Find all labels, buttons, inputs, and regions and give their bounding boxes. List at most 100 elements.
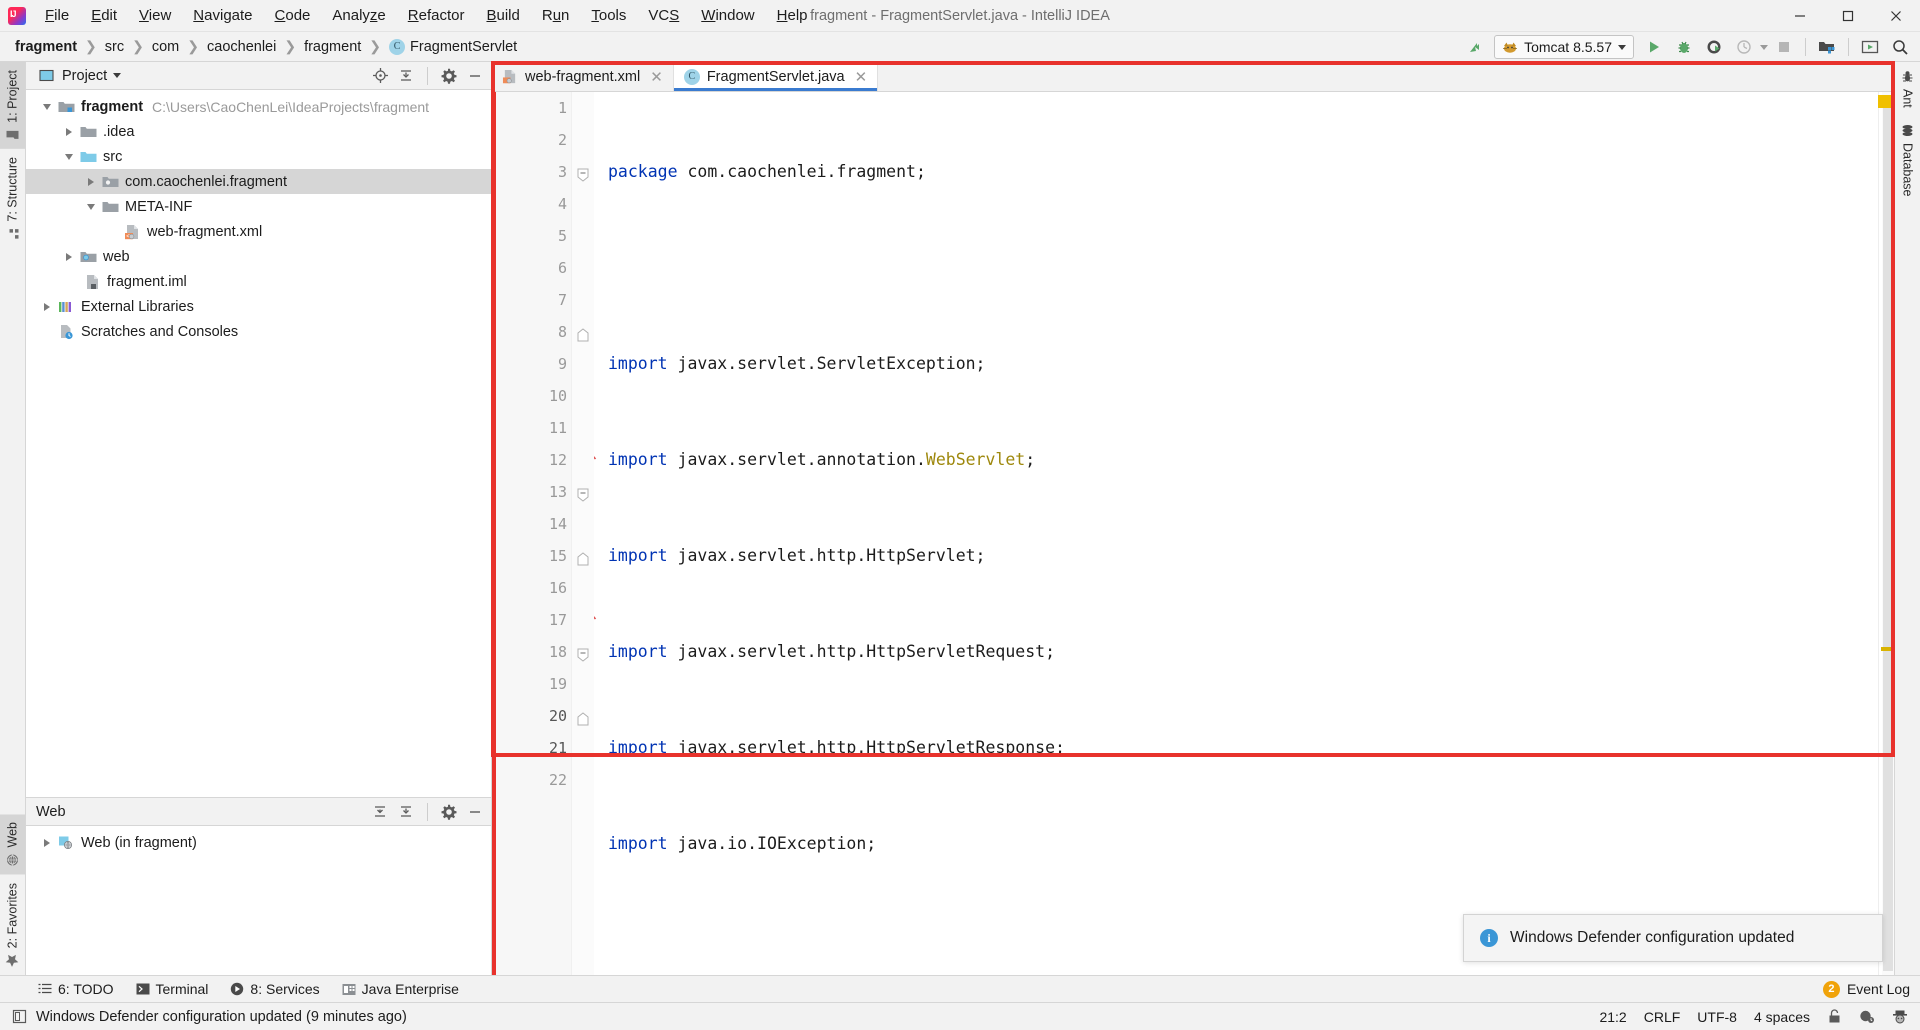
line-separator[interactable]: CRLF (1644, 1009, 1681, 1025)
tree-row-package[interactable]: com.caochenlei.fragment (26, 169, 491, 194)
updating-app-icon[interactable] (1856, 34, 1884, 60)
profile-icon[interactable] (1730, 34, 1758, 60)
collapse-all-icon[interactable] (396, 802, 416, 822)
menu-tools[interactable]: Tools (580, 3, 637, 29)
menu-file[interactable]: File (34, 3, 80, 29)
sidebar-item-favorites[interactable]: 2: Favorites (0, 875, 25, 975)
tree-row-webfragmentxml[interactable]: < web-fragment.xml (26, 219, 491, 244)
menu-analyze[interactable]: Analyze (321, 3, 396, 29)
tree-row-scratches[interactable]: Scratches and Consoles (26, 319, 491, 344)
expand-all-icon[interactable] (370, 802, 390, 822)
stop-icon[interactable] (1770, 34, 1798, 60)
menu-vcs[interactable]: VCS (637, 3, 690, 29)
gear-icon[interactable] (439, 802, 459, 822)
tree-row-src[interactable]: src (26, 144, 491, 169)
breadcrumb-3[interactable]: caochenlei (204, 38, 279, 56)
project-tree[interactable]: fragment C:\Users\CaoChenLei\IdeaProject… (26, 90, 491, 797)
editor-gutter[interactable]: 1 2 3 4 5 6 7 8 9 10 11 12 13 14 15 16 1… (496, 92, 597, 975)
tree-row-web[interactable]: web (26, 244, 491, 269)
fold-gutter[interactable] (572, 92, 594, 975)
menu-refactor[interactable]: Refactor (397, 3, 476, 29)
breadcrumb-4[interactable]: fragment (301, 38, 364, 56)
sidebar-item-database[interactable]: Database (1895, 116, 1920, 205)
run-configuration-selector[interactable]: Tomcat 8.5.57 (1494, 35, 1634, 59)
debug-icon[interactable] (1670, 34, 1698, 60)
breadcrumb-5[interactable]: C FragmentServlet (386, 38, 520, 56)
search-everywhere-icon[interactable] (1886, 34, 1914, 60)
fold-region-start-icon[interactable] (577, 168, 589, 182)
hector-icon[interactable] (1892, 1009, 1908, 1024)
tree-row-metainf[interactable]: META-INF (26, 194, 491, 219)
chevron-down-icon[interactable] (60, 153, 78, 160)
fold-region-end-icon[interactable] (577, 552, 589, 566)
chevron-right-icon[interactable] (60, 252, 78, 261)
menu-help[interactable]: Help (766, 3, 819, 29)
collapse-all-icon[interactable] (396, 66, 416, 86)
run-icon[interactable] (1640, 34, 1668, 60)
file-encoding[interactable]: UTF-8 (1697, 1009, 1737, 1025)
menu-run[interactable]: Run (531, 3, 581, 29)
bottom-item-terminal[interactable]: Terminal (136, 981, 208, 997)
bottom-item-services[interactable]: 8: Services (230, 981, 320, 997)
close-icon[interactable]: ✕ (855, 68, 868, 86)
maximize-button[interactable] (1824, 0, 1872, 32)
menu-window[interactable]: Window (690, 3, 765, 29)
build-icon[interactable] (1460, 34, 1488, 60)
bottom-item-java-enterprise[interactable]: Java Enterprise (342, 981, 459, 997)
menu-view[interactable]: View (128, 3, 182, 29)
sidebar-item-web[interactable]: Web (0, 814, 25, 875)
hide-icon[interactable] (465, 66, 485, 86)
sidebar-item-ant[interactable]: Ant (1895, 62, 1920, 116)
chevron-right-icon[interactable] (38, 302, 56, 311)
menu-code[interactable]: Code (264, 3, 322, 29)
menu-build[interactable]: Build (475, 3, 530, 29)
inspection-status-indicator[interactable] (1878, 95, 1891, 108)
chevron-right-icon[interactable] (82, 177, 100, 186)
tab-fragment-servlet-java[interactable]: C FragmentServlet.java ✕ (673, 62, 879, 91)
event-log-button[interactable]: 2 Event Log (1822, 980, 1910, 998)
project-structure-icon[interactable] (1813, 34, 1841, 60)
status-message[interactable]: Windows Defender configuration updated (… (36, 1009, 407, 1025)
fold-region-start-icon[interactable] (577, 648, 589, 662)
tree-row-fragment[interactable]: fragment C:\Users\CaoChenLei\IdeaProject… (26, 94, 491, 119)
web-tree[interactable]: Web (in fragment) (26, 826, 491, 975)
menu-navigate[interactable]: Navigate (182, 3, 263, 29)
chevron-right-icon[interactable] (38, 838, 56, 847)
close-icon[interactable]: ✕ (650, 68, 663, 86)
scrollbar-thumb[interactable] (1883, 96, 1893, 971)
chevron-down-icon[interactable] (38, 103, 56, 110)
inspection-icon[interactable] (1859, 1009, 1875, 1024)
sidebar-item-project[interactable]: 1: Project (0, 62, 25, 149)
sidebar-item-structure[interactable]: 7: Structure (0, 149, 25, 248)
indent-setting[interactable]: 4 spaces (1754, 1009, 1810, 1025)
caret-position[interactable]: 21:2 (1599, 1009, 1626, 1025)
breadcrumb-0[interactable]: fragment (12, 38, 80, 56)
breadcrumb-1[interactable]: src (102, 38, 127, 56)
tree-row-idea[interactable]: .idea (26, 119, 491, 144)
menu-edit[interactable]: Edit (80, 3, 128, 29)
tab-web-fragment-xml[interactable]: web-fragment.xml ✕ (492, 62, 674, 91)
code-editor[interactable]: 1 2 3 4 5 6 7 8 9 10 11 12 13 14 15 16 1… (492, 92, 1894, 975)
notification-balloon[interactable]: i Windows Defender configuration updated (1463, 914, 1883, 962)
lock-icon[interactable] (1827, 1009, 1842, 1024)
gear-icon[interactable] (439, 66, 459, 86)
warning-marker[interactable] (1881, 647, 1892, 651)
profile-chevron-icon[interactable] (1760, 44, 1768, 50)
locate-icon[interactable] (370, 66, 390, 86)
bottom-item-todo[interactable]: 6: TODO (38, 981, 114, 997)
source-code[interactable]: package com.caochenlei.fragment; import … (594, 92, 1878, 975)
breadcrumb-2[interactable]: com (149, 38, 182, 56)
editor-scrollbar[interactable] (1878, 92, 1894, 975)
tree-row-external-libraries[interactable]: External Libraries (26, 294, 491, 319)
hide-icon[interactable] (465, 802, 485, 822)
chevron-down-icon[interactable] (113, 73, 122, 78)
run-with-coverage-icon[interactable] (1700, 34, 1728, 60)
close-button[interactable] (1872, 0, 1920, 32)
tree-row-web-facet[interactable]: Web (in fragment) (26, 830, 491, 855)
fold-region-end-icon[interactable] (577, 328, 589, 342)
chevron-down-icon[interactable] (82, 203, 100, 210)
fold-region-start-icon[interactable] (577, 488, 589, 502)
chevron-right-icon[interactable] (60, 127, 78, 136)
minimize-button[interactable] (1776, 0, 1824, 32)
fold-region-end-icon[interactable] (577, 712, 589, 726)
